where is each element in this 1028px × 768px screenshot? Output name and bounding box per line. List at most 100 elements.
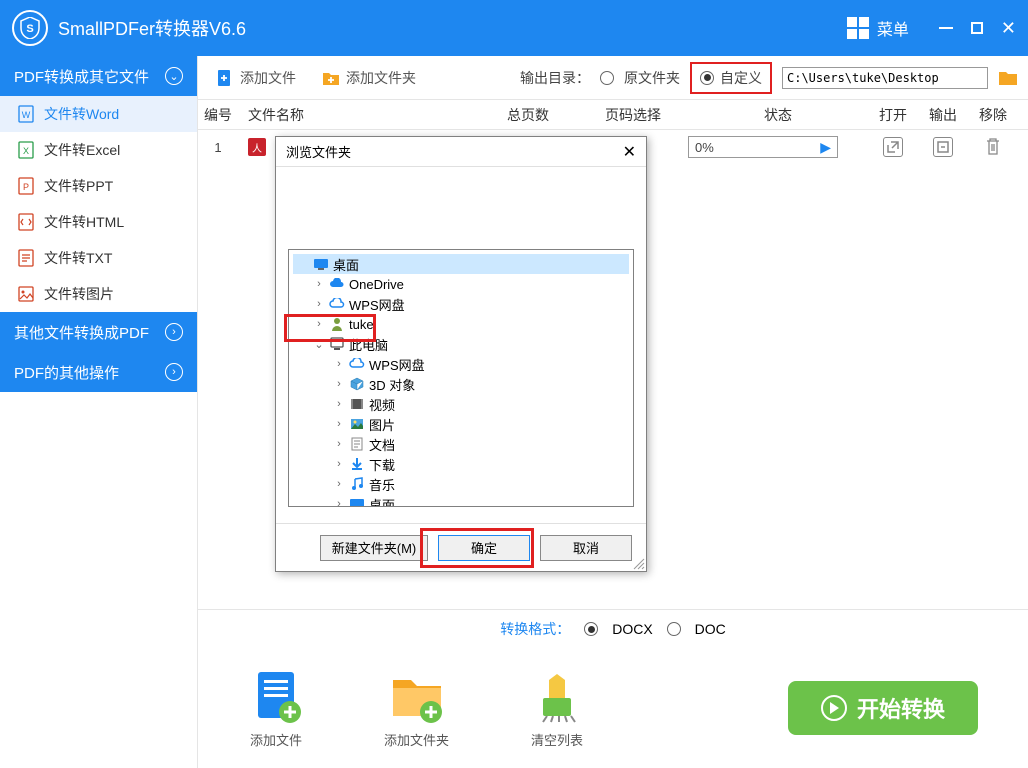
cancel-button[interactable]: 取消 xyxy=(540,535,632,561)
progress-text: 0% xyxy=(695,140,714,155)
3d-icon xyxy=(349,377,365,391)
radio-original-folder[interactable] xyxy=(600,71,614,85)
menu-button[interactable]: 菜单 xyxy=(847,16,909,40)
sidebar-item-ppt[interactable]: P 文件转PPT xyxy=(0,168,197,204)
expand-icon[interactable]: ⌄ xyxy=(313,338,325,351)
col-name: 文件名称 xyxy=(238,105,478,125)
expand-icon[interactable]: › xyxy=(333,438,345,450)
expand-icon[interactable]: › xyxy=(313,298,325,310)
add-folder-button[interactable]: 添加文件夹 xyxy=(314,68,424,88)
expand-icon[interactable]: › xyxy=(333,398,345,410)
sidebar-item-label: 文件转TXT xyxy=(44,248,112,268)
tree-item[interactable]: › WPS网盘 xyxy=(293,354,629,374)
sidebar: PDF转换成其它文件 ⌄ W 文件转Word X 文件转Excel P 文件转P… xyxy=(0,56,197,768)
user-icon xyxy=(329,317,345,331)
tree-item[interactable]: › OneDrive xyxy=(293,274,629,294)
action-add-file[interactable]: 添加文件 xyxy=(248,668,304,749)
excel-icon: X xyxy=(18,141,34,159)
radio-doc-label: DOC xyxy=(695,621,726,637)
browse-folder-icon[interactable] xyxy=(998,70,1018,86)
sidebar-header-label: 其他文件转换成PDF xyxy=(14,322,149,343)
add-folder-big-icon xyxy=(389,668,445,724)
sidebar-item-txt[interactable]: 文件转TXT xyxy=(0,240,197,276)
radio-docx[interactable] xyxy=(584,622,598,636)
tree-item[interactable]: ›文档 xyxy=(293,434,629,454)
tree-item[interactable]: ›桌面 xyxy=(293,494,629,507)
expand-icon[interactable]: › xyxy=(333,458,345,470)
new-folder-button[interactable]: 新建文件夹(M) xyxy=(320,535,428,561)
sidebar-item-word[interactable]: W 文件转Word xyxy=(0,96,197,132)
maximize-button[interactable] xyxy=(971,22,983,34)
action-clear[interactable]: 清空列表 xyxy=(529,668,585,749)
col-sel: 页码选择 xyxy=(578,105,688,125)
tree-item[interactable]: ›tuke xyxy=(293,314,629,334)
sidebar-header-other-to-pdf[interactable]: 其他文件转换成PDF › xyxy=(0,312,197,352)
radio-custom-folder[interactable] xyxy=(700,71,714,85)
output-dir-label: 输出目录： xyxy=(520,68,590,88)
resize-grip-icon[interactable] xyxy=(631,556,645,570)
app-logo: S xyxy=(12,10,48,46)
clear-big-icon xyxy=(529,668,585,724)
sidebar-item-excel[interactable]: X 文件转Excel xyxy=(0,132,197,168)
tree-label: 3D 对象 xyxy=(369,375,415,394)
delete-icon[interactable] xyxy=(984,136,1002,156)
tree-item[interactable]: ›视频 xyxy=(293,394,629,414)
output-path-input[interactable] xyxy=(782,67,988,89)
tree-item[interactable]: › 3D 对象 xyxy=(293,374,629,394)
expand-icon[interactable]: › xyxy=(333,498,345,507)
action-label: 清空列表 xyxy=(531,730,583,749)
tree-label: OneDrive xyxy=(349,277,404,292)
start-convert-button[interactable]: 开始转换 xyxy=(788,681,978,735)
sidebar-header-label: PDF转换成其它文件 xyxy=(14,66,149,87)
image-icon xyxy=(349,417,365,431)
start-play-icon xyxy=(821,695,847,721)
sidebar-item-label: 文件转HTML xyxy=(44,212,124,232)
dialog-close-button[interactable]: ✕ xyxy=(623,142,636,162)
open-icon[interactable] xyxy=(883,137,903,157)
image-icon xyxy=(18,285,34,303)
sidebar-item-html[interactable]: 文件转HTML xyxy=(0,204,197,240)
tree-label: 图片 xyxy=(369,415,395,434)
desktop-icon xyxy=(349,497,365,507)
tree-item[interactable]: ›音乐 xyxy=(293,474,629,494)
sidebar-header-pdf-ops[interactable]: PDF的其他操作 › xyxy=(0,352,197,392)
expand-icon[interactable]: › xyxy=(333,378,345,390)
pdf-icon: 人 xyxy=(248,138,266,156)
sidebar-header-pdf-to-other[interactable]: PDF转换成其它文件 ⌄ xyxy=(0,56,197,96)
col-status: 状态 xyxy=(688,105,868,125)
close-button[interactable]: ✕ xyxy=(1001,18,1016,39)
table-header: 编号 文件名称 总页数 页码选择 状态 打开 输出 移除 xyxy=(198,100,1028,130)
add-file-icon xyxy=(216,69,234,87)
folder-tree[interactable]: 桌面›OneDrive›WPS网盘›tuke⌄此电脑›WPS网盘›3D 对象›视… xyxy=(288,249,634,507)
cloud-icon xyxy=(329,277,345,291)
tree-item[interactable]: ›下载 xyxy=(293,454,629,474)
expand-icon[interactable]: › xyxy=(333,358,345,370)
action-add-folder[interactable]: 添加文件夹 xyxy=(384,668,449,749)
radio-doc[interactable] xyxy=(667,622,681,636)
html-icon xyxy=(18,213,34,231)
expand-icon[interactable]: › xyxy=(313,318,325,330)
expand-icon[interactable]: › xyxy=(313,278,325,290)
row-num: 1 xyxy=(198,140,238,155)
sidebar-item-image[interactable]: 文件转图片 xyxy=(0,276,197,312)
app-title: SmallPDFer转换器V6.6 xyxy=(58,15,847,41)
menu-label: 菜单 xyxy=(877,16,909,40)
output-icon[interactable] xyxy=(933,137,953,157)
minimize-button[interactable] xyxy=(939,27,953,29)
play-icon[interactable]: ▶ xyxy=(820,139,831,156)
desktop-icon xyxy=(313,257,329,271)
tree-item[interactable]: ⌄此电脑 xyxy=(293,334,629,354)
add-file-button[interactable]: 添加文件 xyxy=(208,68,304,88)
expand-icon[interactable]: › xyxy=(333,418,345,430)
tree-item[interactable]: ›WPS网盘 xyxy=(293,294,629,314)
ok-button[interactable]: 确定 xyxy=(438,535,530,561)
browse-folder-dialog: 浏览文件夹 ✕ 桌面›OneDrive›WPS网盘›tuke⌄此电脑›WPS网盘… xyxy=(275,136,647,572)
tree-label: WPS网盘 xyxy=(369,355,425,374)
tree-item[interactable]: 桌面 xyxy=(293,254,629,274)
tree-item[interactable]: › 图片 xyxy=(293,414,629,434)
action-label: 添加文件 xyxy=(250,730,302,749)
music-icon xyxy=(349,477,365,491)
svg-text:X: X xyxy=(23,146,29,156)
expand-icon[interactable]: › xyxy=(333,478,345,490)
action-label: 添加文件夹 xyxy=(384,730,449,749)
